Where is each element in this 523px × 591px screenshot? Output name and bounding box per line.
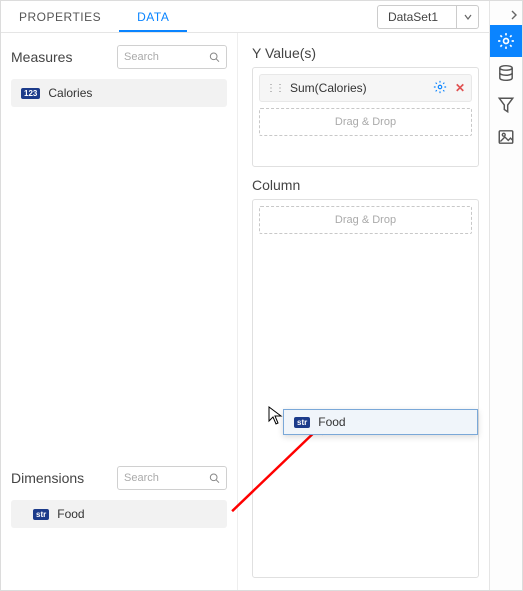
column-title: Column: [252, 177, 479, 193]
drag-ghost-food: str Food: [283, 409, 478, 435]
tab-properties[interactable]: PROPERTIES: [1, 1, 119, 32]
dataset-select[interactable]: DataSet1: [377, 5, 479, 29]
yvalues-section: Y Value(s) ⋮⋮ Sum(Calories) ✕: [252, 45, 479, 167]
dimensions-block: Dimensions str Food: [11, 466, 227, 578]
measure-label: Calories: [48, 86, 92, 100]
chevron-right-icon: [510, 10, 518, 20]
close-icon[interactable]: ✕: [455, 81, 465, 95]
measures-title: Measures: [11, 49, 72, 65]
rail-settings-button[interactable]: [490, 25, 522, 57]
measures-search[interactable]: [117, 45, 227, 69]
string-badge-icon: str: [33, 509, 49, 520]
cursor-icon: [268, 406, 284, 429]
yvalues-title: Y Value(s): [252, 45, 479, 61]
topbar: PROPERTIES DATA DataSet1: [1, 1, 489, 33]
topbar-right: DataSet1: [377, 5, 489, 29]
string-badge-icon: str: [294, 417, 310, 428]
main-area: PROPERTIES DATA DataSet1 Measures: [1, 1, 489, 590]
rail-image-button[interactable]: [490, 121, 522, 153]
column-section: Column Drag & Drop: [252, 177, 479, 578]
right-pane: Y Value(s) ⋮⋮ Sum(Calories) ✕: [238, 33, 489, 590]
left-pane: Measures 123 Calories Dimensions: [1, 33, 238, 590]
numeric-badge-icon: 123: [21, 88, 40, 99]
rail-data-button[interactable]: [490, 57, 522, 89]
tabs: PROPERTIES DATA: [1, 1, 187, 32]
drop-hint-text: Drag & Drop: [335, 116, 396, 128]
search-icon: [209, 472, 220, 484]
rail-collapse-button[interactable]: [490, 5, 522, 25]
gear-icon[interactable]: [433, 80, 447, 97]
body: Measures 123 Calories Dimensions: [1, 33, 489, 590]
yvalues-dropzone[interactable]: ⋮⋮ Sum(Calories) ✕ Drag & Drop: [252, 67, 479, 167]
drop-hint-text: Drag & Drop: [335, 214, 396, 226]
measures-header: Measures: [11, 45, 227, 69]
column-dropzone[interactable]: Drag & Drop: [252, 199, 479, 578]
dimensions-title: Dimensions: [11, 470, 84, 486]
tab-data[interactable]: DATA: [119, 1, 187, 32]
right-rail: [489, 1, 522, 590]
drag-ghost-label: Food: [318, 415, 345, 429]
database-icon: [497, 64, 515, 82]
dimension-food[interactable]: str Food: [11, 500, 227, 528]
rail-filter-button[interactable]: [490, 89, 522, 121]
search-icon: [209, 51, 220, 63]
image-icon: [497, 128, 515, 146]
yvalue-pill-sum-calories[interactable]: ⋮⋮ Sum(Calories) ✕: [259, 74, 472, 102]
measures-search-input[interactable]: [124, 51, 209, 63]
chevron-down-icon: [456, 6, 478, 28]
filter-icon: [497, 96, 515, 114]
yvalues-drop-slot[interactable]: Drag & Drop: [259, 108, 472, 136]
column-drop-slot[interactable]: Drag & Drop: [259, 206, 472, 234]
dimensions-search-input[interactable]: [124, 472, 209, 484]
measure-calories[interactable]: 123 Calories: [11, 79, 227, 107]
app-root: PROPERTIES DATA DataSet1 Measures: [0, 0, 523, 591]
dataset-selected-value: DataSet1: [378, 10, 456, 24]
drag-handle-icon[interactable]: ⋮⋮: [266, 83, 284, 94]
dimension-label: Food: [57, 507, 84, 521]
dimensions-search[interactable]: [117, 466, 227, 490]
yvalue-pill-label: Sum(Calories): [290, 81, 367, 95]
dimensions-header: Dimensions: [11, 466, 227, 490]
gear-icon: [497, 32, 515, 50]
